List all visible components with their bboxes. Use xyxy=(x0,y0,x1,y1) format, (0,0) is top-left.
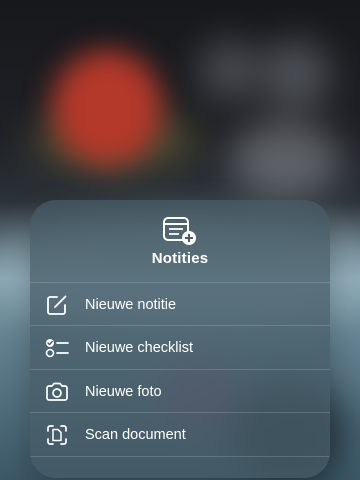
bottom-divider xyxy=(30,456,330,457)
notes-add-icon xyxy=(163,217,196,245)
new-checklist-label: Nieuwe checklist xyxy=(85,339,193,356)
new-photo-label: Nieuwe foto xyxy=(85,383,162,400)
menu-title: Notities xyxy=(151,250,209,267)
camera-icon xyxy=(46,382,68,401)
scan-document-action[interactable]: Scan document xyxy=(30,412,330,456)
quick-actions-menu: Notities Nieuwe notitie Nieuwe checklist… xyxy=(30,200,330,478)
menu-header: Notities xyxy=(30,200,330,282)
scan-document-icon xyxy=(47,424,67,445)
new-photo-action[interactable]: Nieuwe foto xyxy=(30,369,330,413)
new-note-action[interactable]: Nieuwe notitie xyxy=(30,282,330,326)
compose-icon xyxy=(47,295,67,315)
checklist-icon xyxy=(45,338,69,357)
new-checklist-action[interactable]: Nieuwe checklist xyxy=(30,325,330,369)
scan-document-label: Scan document xyxy=(85,426,186,443)
new-note-label: Nieuwe notitie xyxy=(85,296,177,313)
